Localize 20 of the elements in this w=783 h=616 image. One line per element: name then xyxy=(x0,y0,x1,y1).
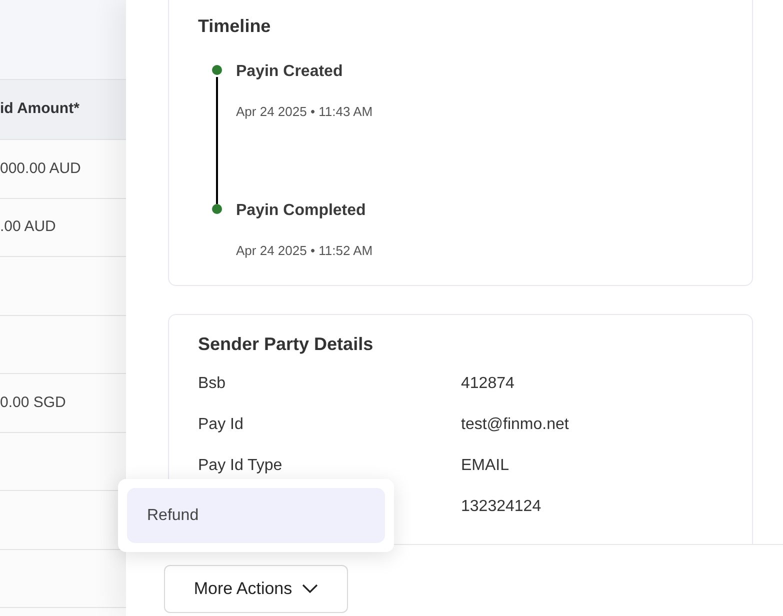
field-label: Pay Id xyxy=(198,416,244,432)
field-label: Bsb xyxy=(198,374,226,392)
table-cell-text: 000.00 AUD xyxy=(0,158,81,178)
field-value: EMAIL xyxy=(461,456,510,474)
field-value: test@finmo.net xyxy=(461,414,569,432)
column-header: id Amount* xyxy=(0,80,126,140)
more-actions-button[interactable]: More Actions xyxy=(164,565,348,613)
event-time: Apr 24 2025 • 11:52 AM xyxy=(236,242,373,260)
event-time: Apr 24 2025 • 11:43 AM xyxy=(236,103,373,121)
field-value: 412874 xyxy=(461,374,514,392)
event-title: Payin Created xyxy=(236,62,344,82)
field-label: Pay Id Type xyxy=(198,456,282,474)
card-title: Sender Party Details xyxy=(198,332,374,356)
table-cell-text: 0.00 SGD xyxy=(0,392,66,412)
chevron-down-icon xyxy=(302,584,318,594)
card-title: Timeline xyxy=(198,15,272,38)
field-value: 132324124 xyxy=(461,496,542,514)
event-title: Payin Completed xyxy=(236,201,367,221)
table-cell-text: .00 AUD xyxy=(0,217,56,237)
menu-item[interactable]: Refund xyxy=(127,488,385,543)
